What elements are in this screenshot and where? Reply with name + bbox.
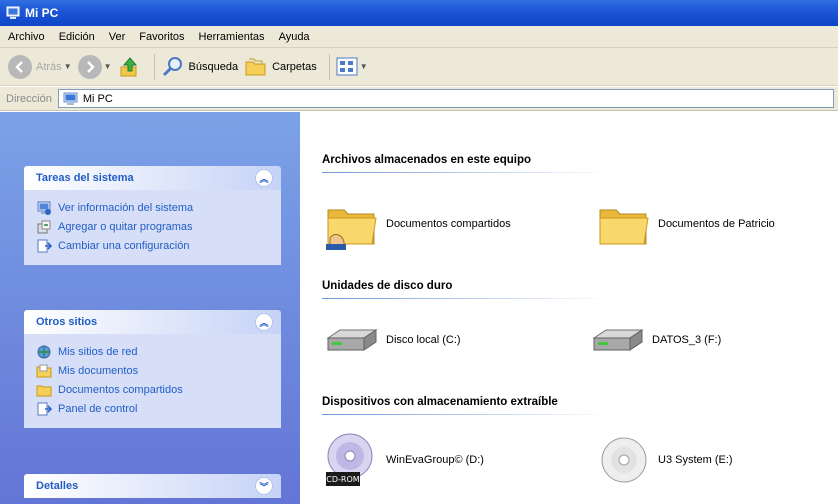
network-places-icon xyxy=(37,345,51,358)
section-divider xyxy=(322,298,612,299)
task-add-remove-programs[interactable]: Agregar o quitar programas xyxy=(36,217,271,236)
forward-dropdown-icon[interactable]: ▼ xyxy=(104,62,112,71)
title-bar[interactable]: Mi PC xyxy=(0,0,838,26)
hard-drive-icon xyxy=(326,329,378,351)
system-info-icon xyxy=(37,201,51,215)
search-icon xyxy=(162,56,182,76)
address-label: Dirección xyxy=(6,92,52,105)
hard-drive-icon xyxy=(592,329,644,351)
other-places-panel: Otros sitios ︽ Mis sitios de red Mis doc… xyxy=(24,310,281,428)
item-shared-documents[interactable]: Documentos compartidos xyxy=(324,194,511,254)
back-button[interactable]: Atrás ▼ xyxy=(8,52,72,82)
folder-shared-icon xyxy=(326,209,377,250)
task-label: Cambiar una configuración xyxy=(58,239,190,252)
other-places-body: Mis sitios de red Mis documentos Documen… xyxy=(24,334,281,428)
menu-herramientas[interactable]: Herramientas xyxy=(199,31,265,43)
task-label: Ver información del sistema xyxy=(58,201,194,214)
control-panel-icon xyxy=(37,402,52,415)
task-label: Agregar o quitar programas xyxy=(58,220,193,233)
section-divider xyxy=(322,172,612,173)
item-datos-f[interactable]: DATOS_3 (F:) xyxy=(590,310,721,370)
system-tasks-title: Tareas del sistema xyxy=(36,172,134,184)
place-network[interactable]: Mis sitios de red xyxy=(36,342,271,361)
place-label: Documentos compartidos xyxy=(58,383,183,396)
details-title: Detalles xyxy=(36,480,79,492)
address-value: Mi PC xyxy=(82,92,113,105)
task-pane: Tareas del sistema ︽ Ver información del… xyxy=(0,112,300,504)
system-tasks-header[interactable]: Tareas del sistema ︽ xyxy=(24,166,281,190)
item-label: DATOS_3 (F:) xyxy=(652,334,722,346)
details-header[interactable]: Detalles ︾ xyxy=(24,474,281,498)
details-panel: Detalles ︾ xyxy=(24,474,281,498)
back-label: Atrás xyxy=(36,60,62,73)
content-pane: Archivos almacenados en este equipo Docu… xyxy=(300,112,838,504)
toolbar-separator xyxy=(328,53,330,80)
menu-ayuda[interactable]: Ayuda xyxy=(279,31,310,43)
address-bar: Dirección Mi PC xyxy=(0,87,838,111)
search-button[interactable]: Búsqueda xyxy=(161,52,239,82)
cd-rom-badge: CD-ROM xyxy=(326,475,359,484)
folders-icon xyxy=(245,58,266,75)
place-shared-documents[interactable]: Documentos compartidos xyxy=(36,380,271,399)
views-dropdown-icon[interactable]: ▼ xyxy=(360,62,368,71)
item-label: Documentos compartidos xyxy=(386,218,511,230)
collapse-chevron-icon[interactable]: ︽ xyxy=(255,169,273,187)
system-tasks-body: Ver información del sistema Agregar o qu… xyxy=(24,190,281,265)
folders-label: Carpetas xyxy=(272,60,317,73)
section-title: Archivos almacenados en este equipo xyxy=(322,154,531,166)
system-tasks-panel: Tareas del sistema ︽ Ver información del… xyxy=(24,166,281,265)
menu-archivo[interactable]: Archivo xyxy=(8,31,45,43)
search-label: Búsqueda xyxy=(188,60,239,73)
item-patricio-documents[interactable]: Documentos de Patricio xyxy=(596,194,775,254)
item-label: WinEvaGroup© (D:) xyxy=(386,454,484,466)
other-places-header[interactable]: Otros sitios ︽ xyxy=(24,310,281,334)
collapse-chevron-icon[interactable]: ︽ xyxy=(255,313,273,331)
toolbar: Atrás ▼ ▼ Búsqueda Carpetas ▼ xyxy=(0,48,838,86)
cd-rom-icon: CD-ROM xyxy=(326,433,373,486)
item-u3-system-e[interactable]: U3 System (E:) xyxy=(596,430,733,490)
back-arrow-icon xyxy=(8,54,32,79)
add-remove-programs-icon xyxy=(37,220,51,233)
up-button[interactable] xyxy=(118,52,142,82)
folder-icon xyxy=(599,209,649,245)
my-documents-icon xyxy=(36,364,52,377)
shared-folder-icon xyxy=(36,385,52,396)
address-field[interactable]: Mi PC xyxy=(57,89,834,108)
up-folder-icon xyxy=(120,56,137,76)
section-divider xyxy=(322,414,612,415)
forward-button[interactable]: ▼ xyxy=(77,52,112,82)
place-label: Mis documentos xyxy=(58,364,139,377)
place-label: Mis sitios de red xyxy=(58,345,138,358)
cd-drive-icon xyxy=(601,437,647,483)
menu-favoritos[interactable]: Favoritos xyxy=(139,31,184,43)
views-icon xyxy=(336,57,358,75)
back-dropdown-icon[interactable]: ▼ xyxy=(64,62,72,71)
item-label: Disco local (C:) xyxy=(386,334,461,346)
expand-chevron-icon[interactable]: ︾ xyxy=(255,477,273,495)
other-places-title: Otros sitios xyxy=(36,316,98,328)
menu-bar: Archivo Edición Ver Favoritos Herramient… xyxy=(0,26,838,48)
place-control-panel[interactable]: Panel de control xyxy=(36,399,271,418)
item-cd-d[interactable]: CD-ROM WinEvaGroup© (D:) xyxy=(324,430,484,490)
views-button[interactable]: ▼ xyxy=(336,52,368,82)
folders-button[interactable]: Carpetas xyxy=(244,52,317,82)
forward-arrow-icon xyxy=(77,54,102,79)
item-label: Documentos de Patricio xyxy=(658,218,775,230)
place-my-documents[interactable]: Mis documentos xyxy=(36,361,271,380)
section-title: Unidades de disco duro xyxy=(322,280,453,292)
section-title: Dispositivos con almacenamiento extraíbl… xyxy=(322,396,558,408)
control-panel-icon xyxy=(37,239,52,252)
place-label: Panel de control xyxy=(58,402,138,415)
menu-edicion[interactable]: Edición xyxy=(59,31,95,43)
toolbar-separator xyxy=(153,53,155,80)
window-title: Mi PC xyxy=(25,6,59,20)
menu-ver[interactable]: Ver xyxy=(109,31,126,43)
item-local-disk-c[interactable]: Disco local (C:) xyxy=(324,310,461,370)
my-computer-icon xyxy=(6,6,20,19)
task-view-system-info[interactable]: Ver información del sistema xyxy=(36,198,271,217)
item-label: U3 System (E:) xyxy=(658,454,733,466)
task-change-setting[interactable]: Cambiar una configuración xyxy=(36,236,271,255)
my-computer-icon xyxy=(63,92,78,105)
